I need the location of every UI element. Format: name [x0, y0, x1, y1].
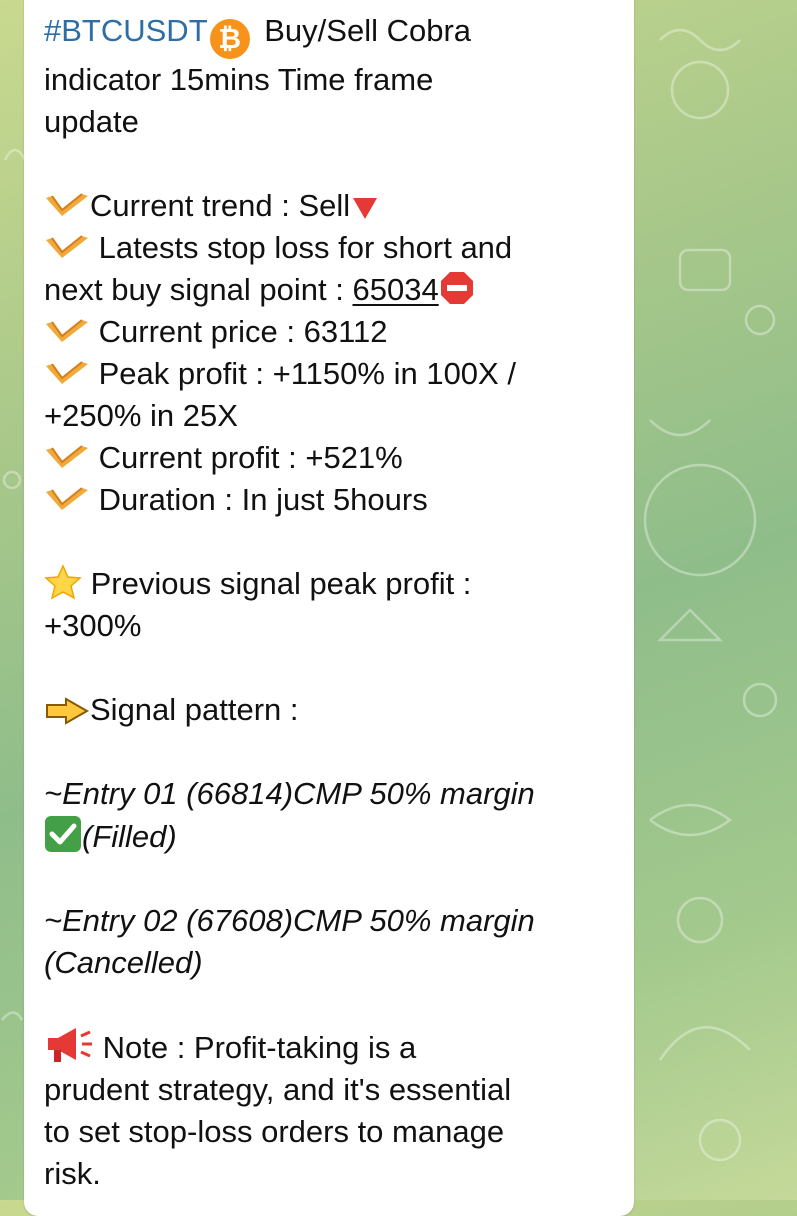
current-trend: Current trend : Sell [44, 185, 624, 227]
duration-text: Duration : In just 5hours [90, 482, 428, 517]
bitcoin-icon: ₿ [209, 19, 250, 59]
entry-1-line-1: ~Entry 01 (66814)CMP 50% margin [44, 776, 535, 811]
previous-signal-line-2: +300% [44, 608, 142, 643]
title-line-3: update [44, 104, 139, 139]
red-triangle-down-icon [353, 198, 378, 219]
hashtag-link[interactable]: #BTCUSDT [44, 13, 208, 48]
duration: Duration : In just 5hours [44, 479, 624, 521]
chevron-check-icon [46, 445, 88, 468]
previous-signal-line-1: Previous signal peak profit : [44, 563, 624, 605]
pointing-hand-icon [46, 697, 90, 725]
chevron-check-icon [46, 487, 88, 510]
entry-2-line-2: (Cancelled) [44, 945, 203, 980]
note-line-1: Note : Profit-taking is a [44, 1026, 624, 1069]
note-line-4: risk. [44, 1156, 101, 1191]
title-text: Buy/Sell Cobra [255, 13, 472, 48]
stop-sign-icon [440, 272, 473, 304]
signal-pattern: Signal pattern : [44, 689, 624, 731]
note-text-1: Note : Profit-taking is a [94, 1030, 417, 1065]
chevron-check-icon [46, 235, 88, 258]
previous-signal-text-1: Previous signal peak profit : [82, 566, 472, 601]
stoploss-text-1: Latests stop loss for short and [90, 230, 513, 265]
current-profit: Current profit : +521% [44, 437, 624, 479]
signal-pattern-text: Signal pattern : [90, 692, 299, 727]
entry-1-status: (Filled) [82, 819, 177, 854]
current-profit-text: Current profit : +521% [90, 440, 403, 475]
current-price: Current price : 63112 [44, 311, 624, 353]
stoploss-text-2: next buy signal point : [44, 272, 353, 307]
chevron-check-icon [46, 193, 88, 216]
peak-profit-line-2: +250% in 25X [44, 398, 238, 433]
peak-profit-text-1: Peak profit : +1150% in 100X / [90, 356, 516, 391]
stoploss-value: 65034 [352, 272, 439, 307]
current-price-text: Current price : 63112 [90, 314, 388, 349]
title-line-2: indicator 15mins Time frame [44, 62, 434, 97]
stoploss-line-1: Latests stop loss for short and [44, 227, 624, 269]
message-title: #BTCUSDT ₿ Buy/Sell Cobra [44, 10, 624, 59]
entry-1-line-2: (Filled) [44, 815, 624, 858]
green-check-icon [45, 816, 81, 852]
note-line-2: prudent strategy, and it's essential [44, 1072, 512, 1107]
note-line-3: to set stop-loss orders to manage [44, 1114, 505, 1149]
chevron-check-icon [46, 361, 88, 384]
chevron-check-icon [46, 319, 88, 342]
megaphone-icon [48, 1028, 92, 1062]
star-icon [44, 564, 82, 600]
current-trend-text: Current trend : Sell [90, 188, 351, 223]
entry-2-line-1: ~Entry 02 (67608)CMP 50% margin [44, 903, 535, 938]
stoploss-line-2: next buy signal point : 65034 [44, 269, 624, 311]
message-text: #BTCUSDT ₿ Buy/Sell Cobra indicator 15min… [44, 10, 624, 1195]
peak-profit-line-1: Peak profit : +1150% in 100X / [44, 353, 624, 395]
